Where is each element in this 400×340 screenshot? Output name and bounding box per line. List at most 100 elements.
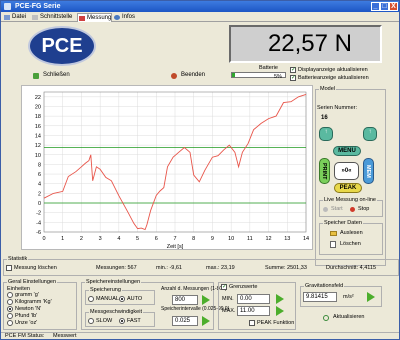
mem-button[interactable]: MEM: [363, 158, 374, 184]
folder-icon: [330, 231, 337, 236]
memory-title: Speicher Daten: [323, 220, 363, 226]
display-update-checkbox[interactable]: [290, 66, 296, 73]
model-label: Model: [319, 86, 336, 92]
y-tick-label: 22: [35, 95, 41, 101]
count-label: Anzahl d. Messungen (1-800): [161, 286, 227, 292]
y-tick-label: 20: [35, 104, 41, 110]
close-button[interactable]: X: [389, 2, 398, 11]
force-time-chart: 0 1 2 3 4 5 6 7 8 9 10 11 12 13 142220181614121086420-…: [35, 91, 309, 250]
stat-count: Messungen: 567: [96, 265, 137, 271]
y-tick-label: -2: [36, 211, 41, 217]
slow-label: SLOW: [96, 318, 113, 324]
y-tick-label: -4: [36, 220, 41, 226]
x-tick-label: 4: [117, 236, 120, 242]
clear-measurement-label: Messung löschen: [14, 265, 57, 271]
stat-min: min.: -9,61: [156, 265, 182, 271]
limits-checkbox[interactable]: [221, 283, 227, 290]
status-value: Messwert: [53, 333, 77, 339]
live-title: Live Messung on-line: [323, 197, 377, 203]
y-tick-label: 0: [38, 201, 41, 207]
x-tick-label: 5: [136, 236, 139, 242]
apply-gravity-arrow-icon[interactable]: [367, 292, 375, 302]
pce-logo: PCE: [28, 26, 96, 66]
menu-button[interactable]: MENU: [333, 146, 361, 156]
unit-radio[interactable]: [7, 320, 13, 326]
x-tick-label: 3: [99, 236, 102, 242]
measurement-icon: [79, 16, 85, 21]
tab-datei[interactable]: Datei: [3, 13, 26, 22]
auto-radio[interactable]: [119, 296, 125, 302]
apply-interval-arrow-icon[interactable]: [202, 316, 210, 326]
serial-label: Serien Nummer:: [317, 105, 358, 111]
y-tick-label: 6: [38, 172, 41, 178]
zero-button[interactable]: »0«: [334, 162, 359, 180]
limits-title: Grenzwerte: [229, 284, 258, 290]
battery-update-label: Batterieanzeige aktualisieren: [298, 75, 369, 81]
tab-messung[interactable]: Messung: [77, 13, 113, 22]
unit-radio[interactable]: [7, 292, 13, 298]
pad-top-right-button[interactable]: ↑: [363, 127, 377, 141]
unit-label: Pfund 'lb': [15, 313, 38, 319]
gravity-input[interactable]: 9.81415: [303, 292, 337, 302]
interval-input[interactable]: 0.025: [172, 316, 198, 326]
unit-radio[interactable]: [7, 299, 13, 305]
limit-min-input[interactable]: 0.00: [237, 294, 270, 304]
status-label: PCE FM Status:: [5, 333, 45, 339]
stat-max: max.: 23,19: [206, 265, 235, 271]
gravity-title: Gravitationsfeld: [304, 283, 345, 289]
fast-radio[interactable]: [119, 318, 125, 324]
unit-label: Newton 'N': [15, 306, 42, 312]
apply-max-arrow-icon[interactable]: [276, 306, 284, 316]
slow-radio[interactable]: [88, 318, 94, 324]
print-button[interactable]: PRINT: [319, 158, 330, 184]
document-icon: [330, 241, 336, 248]
stop-icon: [350, 207, 355, 212]
y-tick-label: 2: [38, 191, 41, 197]
battery-update-checkbox[interactable]: [290, 74, 296, 81]
general-settings-title: Geral Einstellungen: [7, 279, 58, 285]
main-window: PCE-FG Serie _ □ X Datei Schnittstelle M…: [0, 0, 400, 340]
unit-label: Unze 'oz': [15, 320, 38, 326]
storage-settings-title: Speichereinstellungen: [85, 279, 142, 285]
manual-radio[interactable]: [88, 296, 94, 302]
gravity-unit: m/s²: [343, 294, 354, 300]
limit-max-input[interactable]: 11.00: [237, 306, 270, 316]
tab-infos[interactable]: Infos: [113, 13, 135, 22]
x-tick-label: 14: [303, 236, 309, 242]
x-axis-label: Zeit [s]: [167, 244, 184, 249]
y-tick-label: 18: [35, 114, 41, 120]
tab-schnittstelle[interactable]: Schnittstelle: [31, 13, 72, 22]
unit-radio[interactable]: [7, 306, 13, 312]
file-icon: [4, 15, 10, 20]
x-tick-label: 6: [155, 236, 158, 242]
display-update-label: Displayanzeige aktualisieren: [298, 67, 368, 73]
x-tick-label: 7: [173, 236, 176, 242]
maximize-button[interactable]: □: [380, 2, 389, 11]
pad-top-left-button[interactable]: ↑: [319, 127, 333, 141]
start-icon: [323, 207, 328, 212]
statistics-title: Statistik: [7, 256, 29, 262]
y-tick-label: 4: [38, 182, 41, 188]
peak-function-label: PEAK Funktion: [257, 320, 295, 326]
apply-count-arrow-icon[interactable]: [202, 295, 210, 305]
x-tick-label: 10: [228, 236, 234, 242]
clear-measurement-checkbox[interactable]: [6, 265, 12, 271]
minimize-button[interactable]: _: [371, 2, 380, 11]
y-tick-label: 8: [38, 162, 41, 168]
y-tick-label: 12: [35, 143, 41, 149]
battery-percent: 5%: [274, 74, 282, 80]
peak-function-checkbox[interactable]: [249, 320, 255, 326]
battery-fill: [232, 73, 235, 77]
menu-tabs: Datei Schnittstelle Messung Infos: [1, 12, 399, 22]
battery-label: Batterie: [259, 65, 278, 71]
exit-icon: [171, 73, 177, 79]
count-input[interactable]: 800: [172, 295, 198, 305]
y-tick-label: 16: [35, 124, 41, 130]
unit-radio[interactable]: [7, 313, 13, 319]
limit-min-label: MIN.: [222, 296, 234, 302]
stat-average: Durchschnitt: 4,4115: [326, 265, 377, 271]
peak-button[interactable]: PEAK: [334, 183, 362, 193]
unit-label: gramm 'g': [15, 292, 39, 298]
x-tick-label: 1: [61, 236, 64, 242]
apply-min-arrow-icon[interactable]: [276, 294, 284, 304]
